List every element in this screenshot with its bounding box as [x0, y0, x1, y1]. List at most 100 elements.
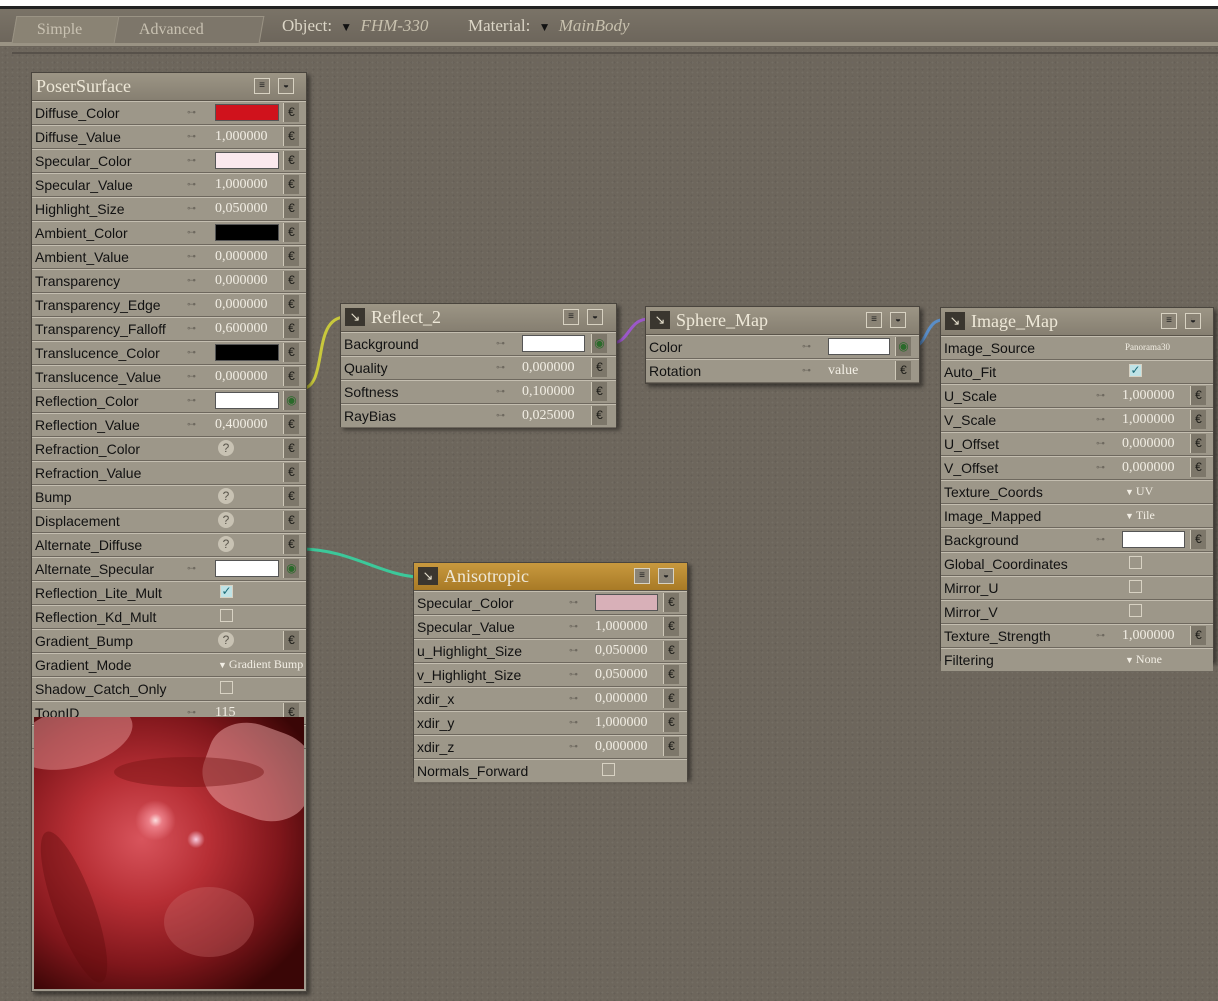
- parameter-row-diffuse-value[interactable]: Diffuse_Value ⊶ 1,000000 €: [32, 125, 306, 149]
- input-plug-icon[interactable]: €: [283, 439, 299, 458]
- parameter-link-icon[interactable]: ⊶: [187, 228, 203, 237]
- input-plug-icon[interactable]: €: [591, 406, 607, 425]
- color-swatch[interactable]: [215, 560, 279, 577]
- parameter-link-icon[interactable]: ⊶: [569, 598, 585, 607]
- input-plug-icon[interactable]: €: [283, 223, 299, 242]
- input-plug-icon[interactable]: €: [1190, 410, 1206, 429]
- input-plug-icon[interactable]: €: [663, 689, 679, 708]
- parameter-row-mirror-v[interactable]: Mirror_V: [941, 600, 1213, 624]
- input-plug-icon[interactable]: €: [283, 511, 299, 530]
- input-plug-icon[interactable]: €: [283, 271, 299, 290]
- poser-surface-node[interactable]: PoserSurface ≡ ◒ Diffuse_Color ⊶ € Diffuse_…: [31, 72, 307, 992]
- input-plug-icon[interactable]: €: [663, 641, 679, 660]
- input-plug-icon[interactable]: €: [663, 665, 679, 684]
- parameter-row-refraction-color[interactable]: Refraction_Color? €: [32, 437, 306, 461]
- parameter-row-alternate-diffuse[interactable]: Alternate_Diffuse? €: [32, 533, 306, 557]
- input-plug-icon[interactable]: €: [663, 737, 679, 756]
- node-header[interactable]: ↘ Reflect_2 ≡ ◒: [341, 304, 616, 332]
- checkbox[interactable]: [1129, 604, 1142, 617]
- sphere-map-node[interactable]: ↘ Sphere_Map ≡ ◒ Color ⊶ ◉ Rotation ⊶ value €: [645, 306, 920, 384]
- parameter-row-shadow-catch-only[interactable]: Shadow_Catch_Only: [32, 677, 306, 701]
- parameter-row-reflection-kd-mult[interactable]: Reflection_Kd_Mult: [32, 605, 306, 629]
- color-swatch[interactable]: [1122, 531, 1185, 548]
- parameter-link-icon[interactable]: ⊶: [802, 366, 818, 375]
- parameter-row-texture-strength[interactable]: Texture_Strength ⊶ 1,000000 €: [941, 624, 1213, 648]
- parameter-row-softness[interactable]: Softness ⊶ 0,100000 €: [341, 380, 616, 404]
- parameter-link-icon[interactable]: ⊶: [187, 564, 203, 573]
- input-plug-icon[interactable]: €: [591, 358, 607, 377]
- parameter-value-field[interactable]: 0,000000: [1122, 436, 1175, 452]
- parameter-row-reflection-value[interactable]: Reflection_Value ⊶ 0,400000 €: [32, 413, 306, 437]
- input-plug-icon[interactable]: €: [1190, 458, 1206, 477]
- input-plug-icon[interactable]: €: [283, 487, 299, 506]
- checkbox[interactable]: ✓: [1129, 364, 1142, 377]
- object-selector[interactable]: Object: ▼ FHM-330: [282, 16, 428, 36]
- material-preview[interactable]: [34, 717, 304, 989]
- input-plug-icon[interactable]: €: [283, 295, 299, 314]
- input-plug-icon[interactable]: €: [663, 713, 679, 732]
- input-plug-icon[interactable]: €: [663, 617, 679, 636]
- parameter-value-field[interactable]: 0,025000: [522, 408, 575, 424]
- parameter-row-alternate-specular[interactable]: Alternate_Specular ⊶ ◉: [32, 557, 306, 581]
- input-plug-icon[interactable]: €: [283, 343, 299, 362]
- parameter-row-raybias[interactable]: RayBias ⊶ 0,025000 €: [341, 404, 616, 428]
- input-plug-icon[interactable]: ◉: [591, 334, 607, 353]
- input-plug-icon[interactable]: €: [283, 175, 299, 194]
- parameter-row-displacement[interactable]: Displacement? €: [32, 509, 306, 533]
- anisotropic-node[interactable]: ↘ Anisotropic ≡ ◒ Specular_Color ⊶ € Specul…: [413, 562, 688, 783]
- parameter-link-icon[interactable]: ⊶: [1096, 415, 1112, 424]
- parameter-link-icon[interactable]: ⊶: [569, 742, 585, 751]
- parameter-row-u-highlight-size[interactable]: u_Highlight_Size ⊶ 0,050000 €: [414, 639, 687, 663]
- parameter-row-ambient-color[interactable]: Ambient_Color ⊶ €: [32, 221, 306, 245]
- input-plug-icon[interactable]: €: [1190, 530, 1206, 549]
- parameter-link-icon[interactable]: ⊶: [187, 204, 203, 213]
- parameter-link-icon[interactable]: ⊶: [187, 132, 203, 141]
- checkbox[interactable]: [220, 681, 233, 694]
- parameter-row-u-offset[interactable]: U_Offset ⊶ 0,000000 €: [941, 432, 1213, 456]
- parameter-row-transparency[interactable]: Transparency ⊶ 0,000000 €: [32, 269, 306, 293]
- parameter-row-auto-fit[interactable]: Auto_Fit ✓: [941, 360, 1213, 384]
- parameter-link-icon[interactable]: ⊶: [496, 411, 512, 420]
- parameter-value-field[interactable]: 1,000000: [1122, 628, 1175, 644]
- parameter-row-gradient-bump[interactable]: Gradient_Bump? €: [32, 629, 306, 653]
- parameter-value-field[interactable]: value: [828, 363, 858, 379]
- parameter-link-icon[interactable]: ⊶: [1096, 631, 1112, 640]
- color-swatch[interactable]: [828, 338, 890, 355]
- dropdown-select[interactable]: ▼ Gradient Bump: [218, 657, 303, 672]
- parameter-row-normals-forward[interactable]: Normals_Forward: [414, 759, 687, 783]
- parameter-link-icon[interactable]: ⊶: [569, 670, 585, 679]
- parameter-row-mirror-u[interactable]: Mirror_U: [941, 576, 1213, 600]
- parameter-value-field[interactable]: 1,000000: [1122, 388, 1175, 404]
- parameter-value-field[interactable]: 0,050000: [595, 643, 648, 659]
- parameter-row-quality[interactable]: Quality ⊶ 0,000000 €: [341, 356, 616, 380]
- parameter-value-field[interactable]: 1,000000: [595, 619, 648, 635]
- node-header[interactable]: ↘ Image_Map ≡ ◒: [941, 308, 1213, 336]
- parameter-row-background[interactable]: Background ⊶ ◉: [341, 332, 616, 356]
- checkbox[interactable]: [1129, 556, 1142, 569]
- dropdown-select[interactable]: ▼ UV: [1125, 484, 1153, 499]
- input-plug-icon[interactable]: €: [591, 382, 607, 401]
- parameter-link-icon[interactable]: ⊶: [496, 363, 512, 372]
- parameter-value-field[interactable]: 0,000000: [215, 369, 268, 385]
- input-plug-icon[interactable]: €: [283, 535, 299, 554]
- parameter-value-field[interactable]: 0,400000: [215, 417, 268, 433]
- parameter-row-transparency-falloff[interactable]: Transparency_Falloff ⊶ 0,600000 €: [32, 317, 306, 341]
- input-plug-icon[interactable]: €: [283, 103, 299, 122]
- parameter-link-icon[interactable]: ⊶: [187, 156, 203, 165]
- parameter-value-field[interactable]: 0,000000: [595, 739, 648, 755]
- parameter-row-ambient-value[interactable]: Ambient_Value ⊶ 0,000000 €: [32, 245, 306, 269]
- parameter-row-specular-value[interactable]: Specular_Value ⊶ 1,000000 €: [32, 173, 306, 197]
- help-icon[interactable]: ?: [218, 536, 234, 552]
- node-collapse-icon[interactable]: ◒: [587, 309, 603, 325]
- tab-advanced[interactable]: Advanced: [113, 16, 265, 43]
- parameter-link-icon[interactable]: ⊶: [187, 108, 203, 117]
- parameter-value-field[interactable]: 1,000000: [215, 129, 268, 145]
- material-selector[interactable]: Material: ▼ MainBody: [468, 16, 630, 36]
- parameter-link-icon[interactable]: ⊶: [187, 420, 203, 429]
- parameter-value-field[interactable]: 1,000000: [215, 177, 268, 193]
- help-icon[interactable]: ?: [218, 632, 234, 648]
- parameter-row-highlight-size[interactable]: Highlight_Size ⊶ 0,050000 €: [32, 197, 306, 221]
- input-plug-icon[interactable]: €: [1190, 386, 1206, 405]
- checkbox[interactable]: [602, 763, 615, 776]
- input-plug-icon[interactable]: €: [283, 367, 299, 386]
